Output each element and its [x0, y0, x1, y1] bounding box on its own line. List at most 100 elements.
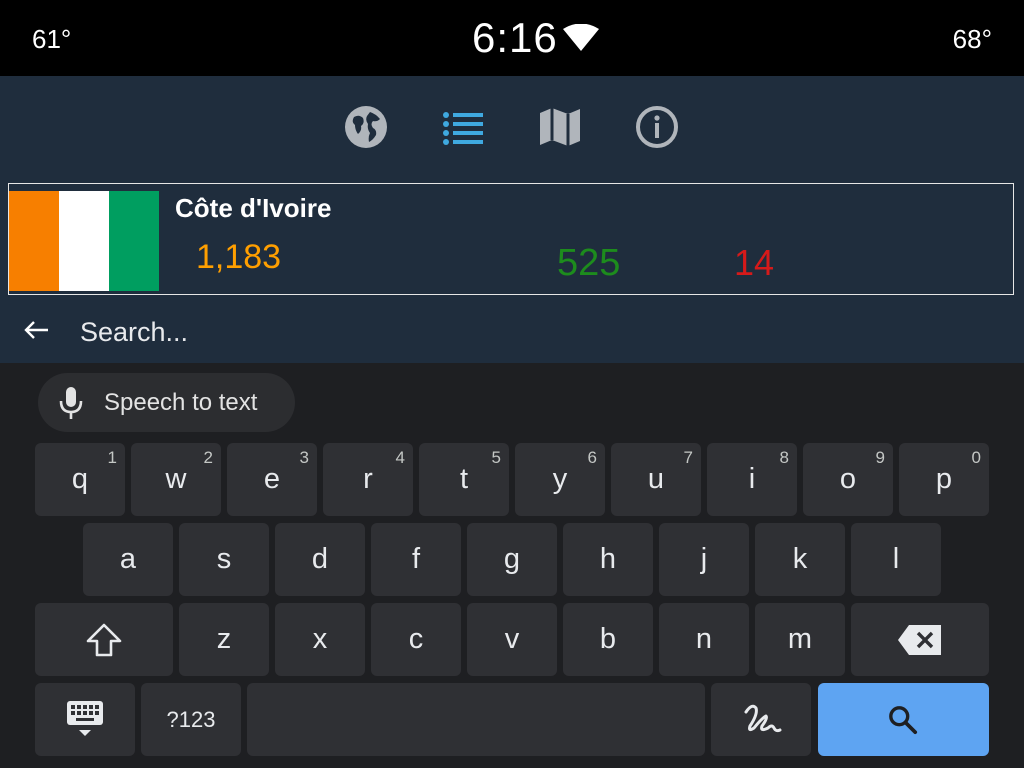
key-label: x — [312, 623, 328, 655]
key-label: f — [411, 543, 421, 575]
speech-to-text-label: Speech to text — [104, 389, 258, 416]
key-label: i — [748, 463, 756, 495]
key-label: z — [216, 623, 232, 655]
key-h[interactable]: h — [563, 523, 653, 596]
key-hint: 2 — [203, 448, 213, 467]
keyboard-switch-key[interactable] — [35, 683, 135, 756]
key-label: o — [839, 463, 857, 495]
key-hint: 3 — [299, 448, 309, 467]
symbols-label: ?123 — [166, 707, 216, 732]
shift-key[interactable] — [35, 603, 173, 676]
key-q[interactable]: q1 — [35, 443, 125, 516]
key-label: c — [408, 623, 424, 655]
key-i[interactable]: i8 — [707, 443, 797, 516]
key-label: y — [552, 463, 568, 495]
flag-stripe-green — [109, 191, 159, 291]
key-label: e — [263, 463, 281, 495]
key-label: n — [695, 623, 713, 655]
key-b[interactable]: b — [563, 603, 653, 676]
microphone-icon — [59, 387, 83, 419]
key-hint: 6 — [587, 448, 597, 467]
recovered-count: 525 — [557, 242, 621, 284]
key-d[interactable]: d — [275, 523, 365, 596]
key-y[interactable]: y6 — [515, 443, 605, 516]
wifi-icon — [563, 24, 599, 51]
key-l[interactable]: l — [851, 523, 941, 596]
key-label: t — [459, 463, 469, 495]
key-label: g — [503, 543, 521, 575]
key-label: l — [892, 543, 900, 575]
key-e[interactable]: e3 — [227, 443, 317, 516]
keyboard-icon — [67, 701, 103, 736]
cases-count: 1,183 — [196, 238, 282, 276]
flag-stripe-orange — [9, 191, 59, 291]
search-bar — [0, 302, 1024, 363]
clock: 6:16 — [472, 14, 558, 61]
globe-icon[interactable] — [343, 104, 389, 150]
key-hint: 5 — [491, 448, 501, 467]
key-label: d — [311, 543, 329, 575]
key-s[interactable]: s — [179, 523, 269, 596]
key-o[interactable]: o9 — [803, 443, 893, 516]
key-label: r — [363, 463, 373, 495]
app-area: Côte d'Ivoire 1,183 525 14 — [0, 76, 1024, 363]
key-hint: 9 — [875, 448, 885, 467]
key-f[interactable]: f — [371, 523, 461, 596]
speech-to-text-button[interactable]: Speech to text — [38, 373, 295, 432]
key-u[interactable]: u7 — [611, 443, 701, 516]
key-n[interactable]: n — [659, 603, 749, 676]
key-hint: 4 — [395, 448, 405, 467]
key-label: s — [216, 543, 232, 575]
flag-stripe-white — [59, 191, 109, 291]
key-label: h — [599, 543, 617, 575]
key-hint: 1 — [107, 448, 117, 467]
backspace-icon — [898, 625, 941, 655]
key-j[interactable]: j — [659, 523, 749, 596]
key-label: p — [935, 463, 953, 495]
key-z[interactable]: z — [179, 603, 269, 676]
temperature-right: 68° — [952, 24, 992, 54]
key-label: m — [787, 623, 813, 655]
key-label: j — [700, 543, 708, 575]
key-v[interactable]: v — [467, 603, 557, 676]
list-icon[interactable] — [440, 104, 486, 150]
key-m[interactable]: m — [755, 603, 845, 676]
deaths-count: 14 — [734, 242, 775, 283]
key-p[interactable]: p0 — [899, 443, 989, 516]
search-input[interactable] — [80, 314, 980, 350]
symbols-key[interactable]: ?123 — [141, 683, 241, 756]
key-t[interactable]: t5 — [419, 443, 509, 516]
search-submit-key[interactable] — [818, 683, 989, 756]
temperature-left: 61° — [32, 24, 72, 54]
map-icon[interactable] — [537, 104, 583, 150]
key-label: v — [504, 623, 520, 655]
key-c[interactable]: c — [371, 603, 461, 676]
country-card[interactable]: Côte d'Ivoire 1,183 525 14 — [8, 183, 1014, 295]
country-flag — [9, 191, 159, 291]
key-label: a — [119, 543, 137, 575]
back-arrow-icon[interactable] — [22, 316, 50, 344]
space-key[interactable] — [247, 683, 705, 756]
key-g[interactable]: g — [467, 523, 557, 596]
key-hint: 0 — [971, 448, 981, 467]
key-r[interactable]: r4 — [323, 443, 413, 516]
status-bar: 61° 6:16 68° — [0, 0, 1024, 76]
key-label: k — [792, 543, 808, 575]
country-name: Côte d'Ivoire — [175, 193, 332, 223]
info-icon[interactable] — [634, 104, 680, 150]
key-a[interactable]: a — [83, 523, 173, 596]
key-label: b — [599, 623, 617, 655]
keyboard: Speech to text q1 w2 e3 r4 t5 y6 u7 i8 o… — [0, 363, 1024, 768]
handwriting-icon — [744, 704, 782, 733]
backspace-key[interactable] — [851, 603, 989, 676]
key-hint: 7 — [683, 448, 693, 467]
key-label: u — [647, 463, 665, 495]
key-k[interactable]: k — [755, 523, 845, 596]
key-w[interactable]: w2 — [131, 443, 221, 516]
key-label: q — [71, 463, 89, 495]
shift-icon — [86, 623, 122, 657]
handwriting-key[interactable] — [711, 683, 811, 756]
key-x[interactable]: x — [275, 603, 365, 676]
key-label: w — [165, 463, 187, 495]
key-hint: 8 — [779, 448, 789, 467]
